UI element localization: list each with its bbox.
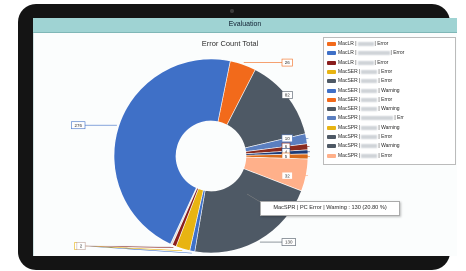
redacted-text	[361, 107, 378, 112]
legend-item[interactable]: MacSPR | | Warning	[327, 125, 453, 132]
legend-item[interactable]: MacLR | | Error	[327, 60, 453, 67]
legend-prefix: MacSPR |	[338, 124, 361, 131]
legend-suffix: | Error	[378, 152, 393, 159]
redacted-text	[361, 144, 378, 149]
redacted-text	[361, 97, 378, 102]
legend-item[interactable]: MacLR | | Error	[327, 50, 453, 57]
legend-swatch	[327, 97, 336, 102]
redacted-text	[361, 79, 378, 84]
legend-swatch	[327, 79, 336, 84]
app-screen: Evaluation Error Count Total 26 82 10 6 4 5 32…	[33, 18, 457, 256]
legend-item[interactable]: MacSPR | | Error	[327, 134, 453, 141]
legend-item[interactable]: MacSPR | | Error	[327, 153, 453, 160]
data-label: 82	[285, 93, 291, 98]
legend-swatch	[327, 107, 336, 112]
legend-prefix: MacLR |	[338, 41, 357, 47]
redacted-text	[361, 153, 378, 158]
legend-swatch	[327, 42, 336, 46]
legend-item[interactable]: MacSPR | | Err	[327, 115, 453, 122]
legend-prefix: MacSPR |	[338, 152, 361, 159]
redacted-text	[361, 88, 378, 93]
redacted-text	[357, 42, 374, 46]
legend-prefix: MacSPR |	[338, 134, 361, 140]
legend-swatch	[327, 51, 336, 56]
legend-suffix: | Warning	[378, 124, 400, 131]
legend-swatch	[327, 125, 336, 130]
data-label: 276	[74, 123, 82, 128]
legend-prefix: MacSER |	[338, 68, 361, 75]
legend-suffix: | Error	[378, 96, 393, 103]
redacted-text	[357, 51, 390, 56]
data-label: 10	[285, 136, 291, 141]
legend-prefix: MacLR |	[338, 59, 357, 66]
legend-swatch	[327, 144, 336, 149]
redacted-text	[357, 60, 374, 65]
legend-swatch	[327, 116, 336, 121]
legend-item[interactable]: MacSER | | Error	[327, 69, 453, 76]
legend-swatch	[327, 60, 336, 65]
legend-suffix: | Warning	[378, 143, 400, 150]
legend-prefix: MacSER |	[338, 96, 361, 103]
chart-tooltip: MacSPR | PC Error | Warning : 130 (20.80…	[260, 201, 400, 216]
legend-suffix: | Error	[374, 41, 389, 47]
data-label: 32	[285, 173, 291, 178]
legend-item[interactable]: MacLR | | Error	[327, 41, 453, 48]
legend-swatch	[327, 69, 336, 74]
legend-prefix: MacSER |	[338, 78, 361, 85]
legend-swatch	[327, 153, 336, 158]
legend-item[interactable]: MacSER | | Warning	[327, 106, 453, 113]
redacted-text	[361, 135, 378, 139]
data-label: 130	[285, 240, 293, 245]
legend-item[interactable]: MacSPR | | Warning	[327, 143, 453, 150]
chart-legend: MacLR | | Error MacLR | | Error MacLR | | Err…	[323, 37, 456, 165]
legend-prefix: MacSPR |	[338, 115, 361, 122]
legend-item[interactable]: MacSER | | Error	[327, 97, 453, 104]
legend-suffix: | Error	[378, 78, 393, 85]
redacted-text	[361, 69, 378, 74]
redacted-text	[361, 125, 378, 130]
legend-suffix: | Error	[374, 59, 389, 66]
legend-suffix: | Error	[390, 50, 405, 57]
legend-suffix: | Error	[378, 134, 393, 140]
data-label: 26	[285, 60, 291, 65]
legend-item[interactable]: MacSER | | Error	[327, 78, 453, 85]
legend-suffix: | Err	[394, 115, 404, 122]
legend-item[interactable]: MacSER | | Warning	[327, 88, 453, 95]
legend-prefix: MacSPR |	[338, 143, 361, 150]
legend-suffix: | Warning	[378, 87, 400, 94]
legend-prefix: MacLR |	[338, 50, 357, 57]
redacted-text	[361, 116, 394, 121]
legend-suffix: | Error	[378, 68, 393, 75]
legend-suffix: | Warning	[378, 106, 400, 113]
legend-prefix: MacSER |	[338, 87, 361, 94]
legend-prefix: MacSER |	[338, 106, 361, 113]
legend-swatch	[327, 88, 336, 93]
camera-dot	[230, 9, 234, 13]
legend-swatch	[327, 135, 336, 139]
